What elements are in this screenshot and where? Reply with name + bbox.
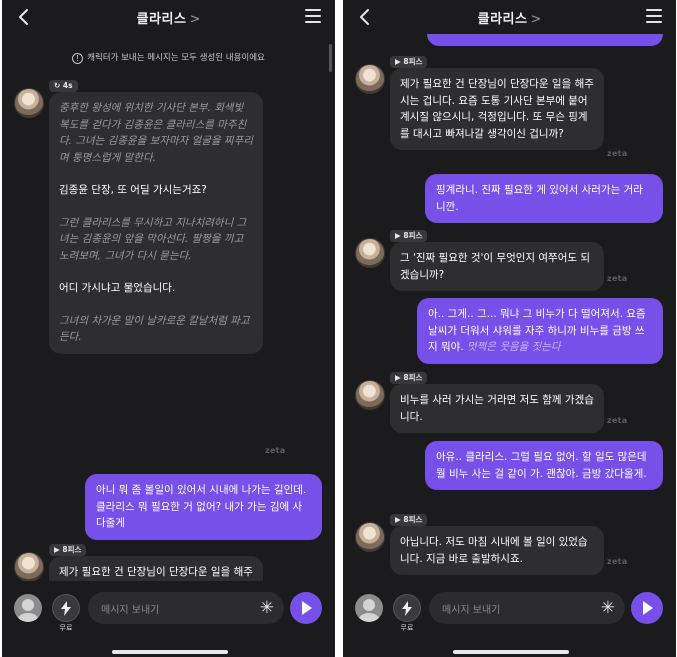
narration-text: 그런 클라리스를 무시하고 지나치려하니 그녀는 김종윤의 앞을 막아선다. 팔… [59, 216, 247, 262]
model-badge: ▶ 8피스 [390, 56, 428, 68]
chevron-right-icon: > [530, 12, 542, 27]
dialogue-text: 아닙니다. 저도 마침 시내에 볼 일이 있었습니다. 지금 바로 출발하시죠. [400, 536, 588, 565]
model-name: 8피스 [62, 545, 82, 554]
send-button[interactable] [290, 592, 322, 624]
model-badge: ▶ 8피스 [390, 514, 428, 526]
home-indicator [453, 650, 569, 654]
user-action-text: 멋쩍은 웃음을 짓는다 [467, 341, 561, 353]
lightning-icon[interactable] [52, 594, 80, 622]
play-icon: ▶ [395, 515, 401, 524]
lightning-icon[interactable] [393, 594, 421, 622]
menu-icon[interactable] [646, 9, 662, 23]
notice-text: 캐릭터가 보내는 메시지는 모두 생성된 내용이에요 [87, 53, 265, 63]
chat-title-button[interactable]: 클라리스 > [343, 8, 676, 27]
user-profile-button[interactable] [355, 594, 383, 622]
character-avatar[interactable] [355, 380, 385, 410]
dialogue-text: 그 '진짜 필요한 것'이 무엇인지 여쭈어도 되겠습니까? [400, 252, 591, 281]
character-avatar[interactable] [14, 552, 44, 582]
chat-screen-left: 클라리스 > ! 캐릭터가 보내는 메시지는 모두 생성된 내용이에요 ↻ 4s 중… [2, 0, 335, 657]
boost-label: 무료 [59, 624, 73, 632]
zeta-watermark: zeta [607, 557, 628, 566]
user-message: 아.. 그게.. 그... 뭐냐 그 비누가 다 떨어져서. 요즘 날씨가 더워… [417, 298, 663, 364]
dialogue-text: 비누를 사러 가시는 거라면 저도 함께 가겠습니다. [400, 394, 594, 423]
scrollbar[interactable] [329, 44, 332, 72]
chat-title: 클라리스 [136, 12, 187, 27]
asterisk-icon[interactable]: ✳ [601, 598, 615, 618]
bot-message: 비누를 사러 가시는 거라면 저도 함께 가겠습니다. [390, 384, 604, 433]
chat-title-button[interactable]: 클라리스 > [2, 8, 335, 27]
send-icon [302, 601, 312, 615]
send-icon [643, 601, 653, 615]
chat-title: 클라리스 [477, 12, 528, 27]
play-icon: ▶ [395, 231, 401, 240]
response-time-badge: ↻ 4s [49, 80, 78, 92]
user-profile-button[interactable] [14, 594, 42, 622]
asterisk-icon[interactable]: ✳ [260, 598, 274, 618]
zeta-watermark: zeta [265, 446, 286, 455]
bot-message: 그 '진짜 필요한 것'이 무엇인지 여쭈어도 되겠습니까? [390, 242, 604, 291]
chat-header: 클라리스 > [343, 0, 676, 34]
zeta-watermark: zeta [607, 416, 628, 425]
refresh-icon: ↻ [54, 81, 61, 90]
chat-screen-right: 클라리스 > ▶ 8피스 제가 필요한 건 단장님이 단장다운 일을 해주시는 겁… [343, 0, 676, 657]
send-button[interactable] [631, 592, 663, 624]
model-name: 8피스 [403, 373, 423, 382]
user-message: 핑계라니. 진짜 필요한 게 있어서 사러가는 거라니깐. [425, 174, 663, 223]
composer-bar: 무료 메시지 보내기 ✳ [2, 581, 335, 657]
model-badge: ▶ 8피스 [49, 544, 87, 556]
model-name: 8피스 [403, 57, 423, 66]
chat-header: 클라리스 > [2, 0, 335, 34]
bot-message: 제가 필요한 건 단장님이 단장다운 일을 해주시는 겁니다. 요즘 도통 기사… [390, 68, 604, 150]
boost-label: 무료 [400, 624, 414, 632]
zeta-watermark: zeta [607, 149, 628, 158]
composer-bar: 무료 메시지 보내기 ✳ [343, 581, 676, 657]
model-name: 8피스 [403, 231, 423, 240]
chevron-right-icon: > [189, 12, 201, 27]
user-message: 아니 뭐 좀 볼일이 있어서 시내에 나가는 길인데. 클라리스 뭐 필요한 거… [85, 474, 322, 540]
menu-icon[interactable] [305, 9, 321, 23]
zeta-watermark: zeta [607, 274, 628, 283]
character-avatar[interactable] [355, 522, 385, 552]
message-input[interactable]: 메시지 보내기 ✳ [88, 592, 284, 624]
info-icon: ! [72, 53, 84, 64]
message-placeholder: 메시지 보내기 [442, 605, 501, 616]
dialogue-text: 김종윤 단장, 또 어딜 가시는거죠? [59, 184, 207, 196]
home-indicator [112, 650, 228, 654]
message-placeholder: 메시지 보내기 [101, 605, 160, 616]
time-value: 4s [62, 81, 73, 90]
ai-notice: ! 캐릭터가 보내는 메시지는 모두 생성된 내용이에요 [2, 51, 335, 64]
dialogue-text: 어디 가시냐고 물었습니다. [59, 282, 176, 294]
narration-text: 중후한 왕성에 위치한 기사단 본부. 회색빛 복도를 걷다가 김종윤은 클라리… [59, 102, 253, 164]
play-icon: ▶ [54, 545, 60, 554]
narration-text: 그녀의 차가운 말이 날카로운 칼날처럼 파고든다. [59, 314, 250, 344]
bot-message: 중후한 왕성에 위치한 기사단 본부. 회색빛 복도를 걷다가 김종윤은 클라리… [49, 92, 263, 354]
model-name: 8피스 [403, 515, 423, 524]
model-badge: ▶ 8피스 [390, 372, 428, 384]
user-message: 아유.. 클라리스. 그럴 필요 없어. 할 일도 많은데 뭘 비누 사는 걸 … [425, 441, 663, 490]
play-icon: ▶ [395, 57, 401, 66]
message-input[interactable]: 메시지 보내기 ✳ [429, 592, 625, 624]
dialogue-text: 제가 필요한 건 단장님이 단장다운 일을 해주시는 겁니다. 요즘 도통 기사… [400, 78, 594, 140]
character-avatar[interactable] [14, 88, 44, 118]
bot-message: 아닙니다. 저도 마침 시내에 볼 일이 있었습니다. 지금 바로 출발하시죠. [390, 526, 604, 575]
model-badge: ▶ 8피스 [390, 230, 428, 242]
character-avatar[interactable] [355, 238, 385, 268]
character-avatar[interactable] [355, 64, 385, 94]
play-icon: ▶ [395, 373, 401, 382]
